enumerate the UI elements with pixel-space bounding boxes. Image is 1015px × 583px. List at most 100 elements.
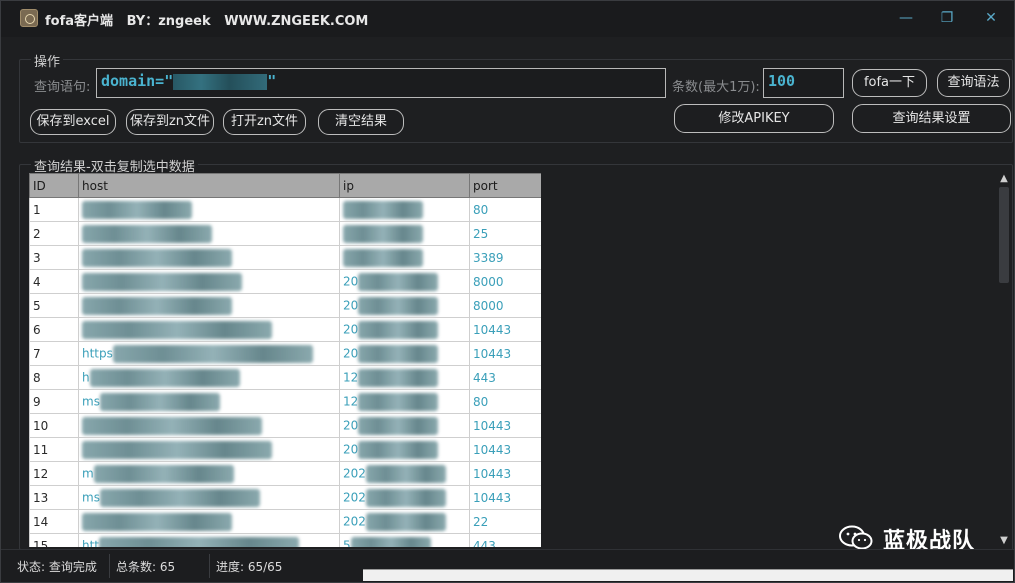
cell-id[interactable]: 5 bbox=[29, 293, 79, 318]
cell-port[interactable]: 443 bbox=[469, 533, 541, 547]
cell-id[interactable]: 11 bbox=[29, 437, 79, 462]
cell-ip[interactable]: 5 bbox=[339, 533, 470, 547]
cell-ip[interactable] bbox=[339, 221, 470, 246]
minimize-icon[interactable]: — bbox=[886, 5, 926, 31]
cell-host[interactable] bbox=[78, 197, 340, 222]
cell-port[interactable]: 10443 bbox=[469, 413, 541, 438]
cell-host[interactable]: ms bbox=[78, 389, 340, 414]
cell-port[interactable]: 10443 bbox=[469, 461, 541, 486]
fofa-search-button[interactable]: fofa一下 bbox=[852, 69, 927, 97]
redacted-ip bbox=[343, 200, 423, 219]
cell-host[interactable]: htt bbox=[78, 533, 340, 547]
table-row[interactable]: 5 20 8000 bbox=[29, 293, 541, 318]
cell-port[interactable]: 80 bbox=[469, 389, 541, 414]
table-row[interactable]: 15 htt 5 443 bbox=[29, 533, 541, 547]
cell-ip[interactable] bbox=[339, 245, 470, 270]
cell-ip[interactable]: 20 bbox=[339, 269, 470, 294]
scroll-down-icon[interactable]: ▼ bbox=[996, 535, 1012, 546]
cell-port[interactable]: 8000 bbox=[469, 293, 541, 318]
cell-id[interactable]: 6 bbox=[29, 317, 79, 342]
cell-port[interactable]: 3389 bbox=[469, 245, 541, 270]
query-syntax-button[interactable]: 查询语法 bbox=[937, 69, 1010, 97]
table-row[interactable]: 1 80 bbox=[29, 197, 541, 222]
count-input[interactable]: 100 bbox=[763, 68, 844, 98]
cell-ip[interactable]: 202 bbox=[339, 461, 470, 486]
save-excel-button[interactable]: 保存到excel bbox=[30, 109, 116, 135]
cell-host[interactable]: ms bbox=[78, 485, 340, 510]
cell-ip[interactable]: 20 bbox=[339, 341, 470, 366]
cell-id[interactable]: 8 bbox=[29, 365, 79, 390]
column-header-ip[interactable]: ip bbox=[339, 173, 470, 198]
cell-host[interactable] bbox=[78, 317, 340, 342]
result-settings-button[interactable]: 查询结果设置 bbox=[852, 104, 1011, 133]
cell-id[interactable]: 14 bbox=[29, 509, 79, 534]
query-input[interactable]: domain=" " bbox=[96, 68, 666, 98]
table-row[interactable]: 6 20 10443 bbox=[29, 317, 541, 342]
cell-host[interactable] bbox=[78, 293, 340, 318]
cell-ip[interactable]: 20 bbox=[339, 437, 470, 462]
scroll-up-icon[interactable]: ▲ bbox=[996, 173, 1012, 184]
table-row[interactable]: 12 m 202 10443 bbox=[29, 461, 541, 486]
cell-port[interactable]: 10443 bbox=[469, 341, 541, 366]
cell-host[interactable]: h bbox=[78, 365, 340, 390]
cell-ip[interactable]: 20 bbox=[339, 293, 470, 318]
table-row[interactable]: 4 20 8000 bbox=[29, 269, 541, 294]
cell-port[interactable]: 10443 bbox=[469, 317, 541, 342]
cell-port[interactable]: 10443 bbox=[469, 437, 541, 462]
cell-id[interactable]: 15 bbox=[29, 533, 79, 547]
modify-apikey-button[interactable]: 修改APIKEY bbox=[674, 104, 834, 133]
cell-ip[interactable] bbox=[339, 197, 470, 222]
table-row[interactable]: 11 20 10443 bbox=[29, 437, 541, 462]
cell-host[interactable] bbox=[78, 413, 340, 438]
cell-port[interactable]: 80 bbox=[469, 197, 541, 222]
results-scrollbar[interactable]: ▲ ▼ bbox=[996, 173, 1012, 549]
cell-id[interactable]: 1 bbox=[29, 197, 79, 222]
cell-port[interactable]: 22 bbox=[469, 509, 541, 534]
table-row[interactable]: 8 h 12 443 bbox=[29, 365, 541, 390]
close-icon[interactable]: ✕ bbox=[971, 5, 1011, 31]
title-bar[interactable]: fofa客户端 BY：zngeek WWW.ZNGEEK.COM — ❐ ✕ bbox=[1, 1, 1014, 37]
app-logo-icon bbox=[20, 9, 38, 27]
cell-host[interactable]: https bbox=[78, 341, 340, 366]
cell-id[interactable]: 2 bbox=[29, 221, 79, 246]
table-row[interactable]: 9 ms 12 80 bbox=[29, 389, 541, 414]
cell-host[interactable] bbox=[78, 245, 340, 270]
cell-port[interactable]: 443 bbox=[469, 365, 541, 390]
cell-host[interactable] bbox=[78, 221, 340, 246]
cell-id[interactable]: 4 bbox=[29, 269, 79, 294]
cell-id[interactable]: 13 bbox=[29, 485, 79, 510]
cell-id[interactable]: 7 bbox=[29, 341, 79, 366]
cell-ip[interactable]: 202 bbox=[339, 509, 470, 534]
cell-id[interactable]: 10 bbox=[29, 413, 79, 438]
save-zn-button[interactable]: 保存到zn文件 bbox=[126, 109, 214, 135]
cell-host[interactable] bbox=[78, 509, 340, 534]
table-row[interactable]: 13 ms 202 10443 bbox=[29, 485, 541, 510]
table-row[interactable]: 3 3389 bbox=[29, 245, 541, 270]
cell-id[interactable]: 12 bbox=[29, 461, 79, 486]
table-row[interactable]: 2 25 bbox=[29, 221, 541, 246]
cell-ip[interactable]: 20 bbox=[339, 413, 470, 438]
cell-host[interactable] bbox=[78, 269, 340, 294]
table-row[interactable]: 14 202 22 bbox=[29, 509, 541, 534]
cell-host[interactable]: m bbox=[78, 461, 340, 486]
cell-host[interactable] bbox=[78, 437, 340, 462]
cell-id[interactable]: 3 bbox=[29, 245, 79, 270]
cell-id[interactable]: 9 bbox=[29, 389, 79, 414]
cell-port[interactable]: 10443 bbox=[469, 485, 541, 510]
restore-icon[interactable]: ❐ bbox=[927, 5, 967, 31]
table-row[interactable]: 7 https 20 10443 bbox=[29, 341, 541, 366]
scrollbar-thumb[interactable] bbox=[999, 187, 1009, 283]
table-row[interactable]: 10 20 10443 bbox=[29, 413, 541, 438]
column-header-id[interactable]: ID bbox=[29, 173, 79, 198]
results-table[interactable]: ID host ip port 1 80 2 25 3 3389 4 20 8000 5 20 800… bbox=[29, 173, 541, 547]
column-header-port[interactable]: port bbox=[469, 173, 541, 198]
column-header-host[interactable]: host bbox=[78, 173, 340, 198]
cell-port[interactable]: 25 bbox=[469, 221, 541, 246]
cell-ip[interactable]: 12 bbox=[339, 389, 470, 414]
clear-results-button[interactable]: 清空结果 bbox=[318, 109, 404, 135]
cell-ip[interactable]: 202 bbox=[339, 485, 470, 510]
cell-port[interactable]: 8000 bbox=[469, 269, 541, 294]
cell-ip[interactable]: 20 bbox=[339, 317, 470, 342]
open-zn-button[interactable]: 打开zn文件 bbox=[223, 109, 306, 135]
cell-ip[interactable]: 12 bbox=[339, 365, 470, 390]
